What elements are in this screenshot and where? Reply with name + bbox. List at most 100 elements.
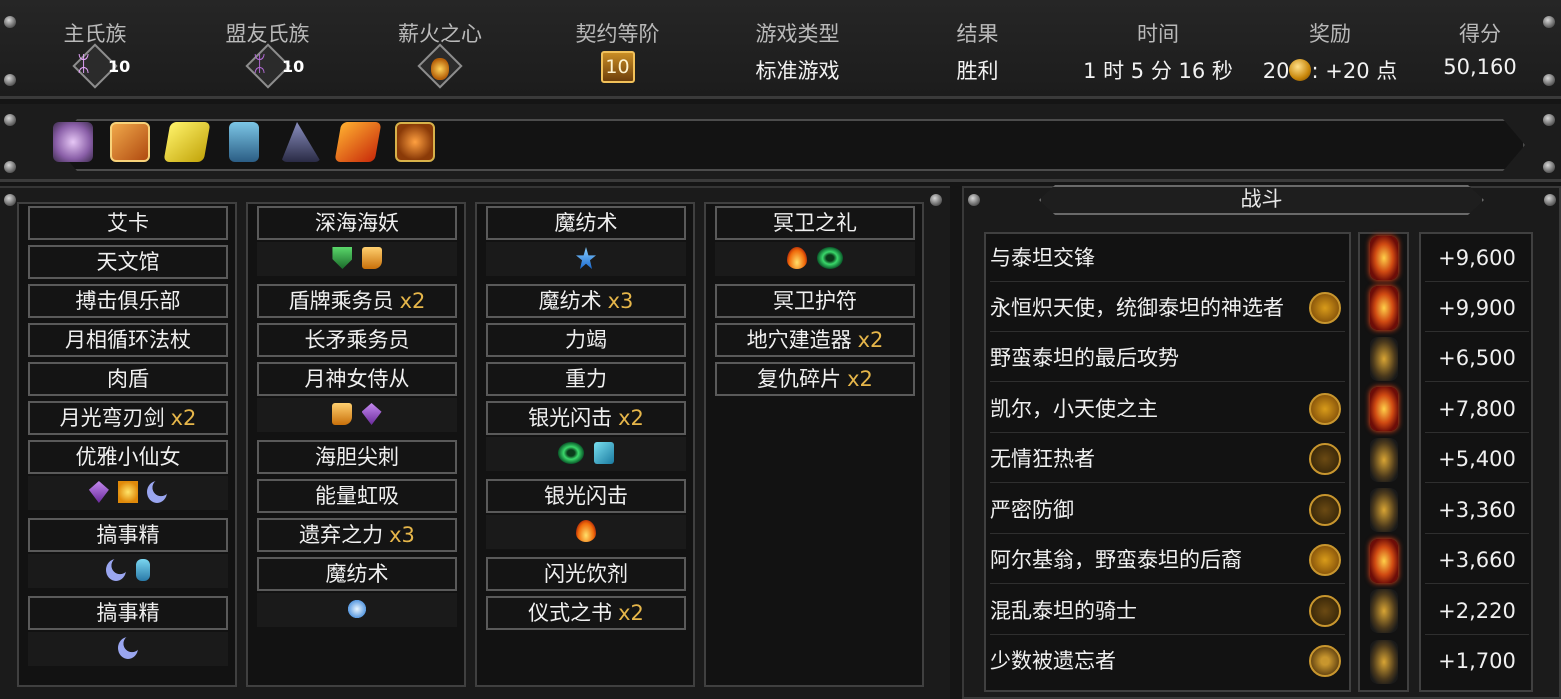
card-name: 能量虹吸 <box>315 484 399 508</box>
card-name: 优雅小仙女 <box>75 445 181 469</box>
high-flame-icon <box>1370 236 1398 280</box>
battle-score: +7,800 <box>1425 385 1529 433</box>
seraph-boss-icon <box>1309 292 1341 324</box>
battle-name: 阿尔基翁，野蛮泰坦的后裔 <box>990 548 1242 572</box>
card-name: 肉盾 <box>107 367 149 391</box>
card-row[interactable]: 月神女侍从 <box>257 362 457 396</box>
battle-row[interactable]: 野蛮泰坦的最后攻势 <box>990 334 1345 382</box>
card-row[interactable]: 重力 <box>486 362 686 396</box>
card-name: 冥卫之礼 <box>773 211 857 235</box>
card-row[interactable]: 银光闪击 x2 <box>486 401 686 435</box>
battle-score: +5,400 <box>1425 435 1529 483</box>
card-row[interactable]: 长矛乘务员 <box>257 323 457 357</box>
card-row[interactable]: 闪光饮剂 <box>486 557 686 591</box>
flame-icon <box>576 520 596 542</box>
battle-name: 少数被遗忘者 <box>990 649 1116 673</box>
card-name: 遗弃之力 <box>299 523 384 547</box>
card-upgrades <box>28 632 228 666</box>
battle-row[interactable]: 严密防御 <box>990 486 1345 534</box>
blue-totem-relic-icon[interactable] <box>229 122 259 162</box>
battle-score: +1,700 <box>1438 649 1516 673</box>
card-upgrades <box>715 242 915 276</box>
main-clan-column[interactable]: 主氏族 ᛯ 10 <box>40 0 150 99</box>
card-row[interactable]: 盾牌乘务员 x2 <box>257 284 457 318</box>
green-eye-icon <box>816 247 843 269</box>
covenant-tier-badge: 10 <box>600 51 635 83</box>
card-row[interactable]: 肉盾 <box>28 362 228 396</box>
card-name: 银光闪击 <box>544 484 628 508</box>
card-name: 魔纺术 <box>538 289 602 313</box>
score-column: 得分 50,160 <box>1430 0 1530 99</box>
battle-row[interactable]: 混乱泰坦的骑士 <box>990 587 1345 635</box>
relic-bar <box>55 119 1525 171</box>
card-row[interactable]: 地穴建造器 x2 <box>715 323 915 357</box>
battle-name-column: 与泰坦交锋 永恒炽天使，统御泰坦的神选者 野蛮泰坦的最后攻势 凯尔，小天使之主 … <box>984 232 1351 692</box>
card-row[interactable]: 遗弃之力 x3 <box>257 518 457 552</box>
card-name: 艾卡 <box>107 211 149 235</box>
card-name: 深海海妖 <box>315 211 399 235</box>
battle-row[interactable]: 无情狂热者 <box>990 435 1345 483</box>
bolt-icon <box>4 194 16 206</box>
battle-row[interactable]: 凯尔，小天使之主 <box>990 385 1345 433</box>
battle-score: +3,660 <box>1425 536 1529 584</box>
battle-row[interactable]: 与泰坦交锋 <box>990 234 1345 282</box>
battle-row[interactable]: 永恒炽天使，统御泰坦的神选者 <box>990 284 1345 332</box>
ally-clan-level: 10 <box>282 57 305 76</box>
card-count: x2 <box>170 406 197 430</box>
card-upgrades <box>28 476 228 510</box>
crystal-cluster-relic-icon[interactable] <box>53 122 93 162</box>
lightning-card-relic-icon[interactable] <box>163 122 211 162</box>
bolt-icon <box>1543 74 1555 86</box>
high-flame-icon <box>1370 286 1398 330</box>
pyre-heart-column[interactable]: 薪火之心 <box>385 0 495 99</box>
battle-row[interactable]: 少数被遗忘者 <box>990 637 1345 685</box>
ally-clan-column[interactable]: 盟友氏族 ᛯ 10 <box>210 0 325 99</box>
tentacle-clan-icon: ᛯ <box>77 52 91 77</box>
bolt-icon <box>4 16 16 28</box>
card-name: 搏击俱乐部 <box>75 289 181 313</box>
card-row[interactable]: 力竭 <box>486 323 686 357</box>
game-type-label: 游戏类型 <box>755 22 840 46</box>
card-row[interactable]: 仪式之书 x2 <box>486 596 686 630</box>
green-shield-icon <box>332 247 353 269</box>
card-row[interactable]: 海胆尖刺 <box>257 440 457 474</box>
blue-totem-icon <box>135 559 150 581</box>
card-row[interactable]: 冥卫护符 <box>715 284 915 318</box>
flame-card-relic-icon[interactable] <box>334 122 382 162</box>
battle-name: 混乱泰坦的骑士 <box>990 599 1137 623</box>
bolt-icon <box>930 194 942 206</box>
card-row[interactable]: 天文馆 <box>28 245 228 279</box>
card-row[interactable]: 搞事精 <box>28 596 228 630</box>
card-row[interactable]: 魔纺术 <box>486 206 686 240</box>
card-name: 仪式之书 <box>528 601 613 625</box>
crescent-moon-icon <box>147 481 168 503</box>
card-row[interactable]: 搞事精 <box>28 518 228 552</box>
card-row[interactable]: 艾卡 <box>28 206 228 240</box>
card-upgrades <box>257 242 457 276</box>
card-row[interactable]: 银光闪击 <box>486 479 686 513</box>
kel-boss-icon <box>1309 393 1341 425</box>
card-row[interactable]: 深海海妖 <box>257 206 457 240</box>
coin-icon <box>1289 59 1312 81</box>
battle-row[interactable]: 阿尔基翁，野蛮泰坦的后裔 <box>990 536 1345 584</box>
card-row[interactable]: 月光弯刃剑 x2 <box>28 401 228 435</box>
serpent-clan-icon: ᛯ <box>253 52 267 77</box>
card-row[interactable]: 能量虹吸 <box>257 479 457 513</box>
card-row[interactable]: 魔纺术 <box>257 557 457 591</box>
card-row[interactable]: 魔纺术 x3 <box>486 284 686 318</box>
orange-orb-relic-icon[interactable] <box>395 122 435 162</box>
card-name: 闪光饮剂 <box>544 562 628 586</box>
combat-panel: 战斗 与泰坦交锋 永恒炽天使，统御泰坦的神选者 野蛮泰坦的最后攻势 凯尔，小天使… <box>962 186 1561 699</box>
card-row[interactable]: 搏击俱乐部 <box>28 284 228 318</box>
battle-score: +3,360 <box>1425 486 1529 534</box>
covenant-column: 契约等阶 10 <box>560 0 675 99</box>
game-type-column: 游戏类型 标准游戏 <box>740 0 855 99</box>
card-row[interactable]: 优雅小仙女 <box>28 440 228 474</box>
mystery-box-relic-icon[interactable] <box>110 122 150 162</box>
card-name: 天文馆 <box>96 250 160 274</box>
card-row[interactable]: 复仇碎片 x2 <box>715 362 915 396</box>
card-row[interactable]: 冥卫之礼 <box>715 206 915 240</box>
battle-name: 与泰坦交锋 <box>990 246 1095 270</box>
low-flame-icon <box>1370 640 1398 684</box>
card-row[interactable]: 月相循环法杖 <box>28 323 228 357</box>
